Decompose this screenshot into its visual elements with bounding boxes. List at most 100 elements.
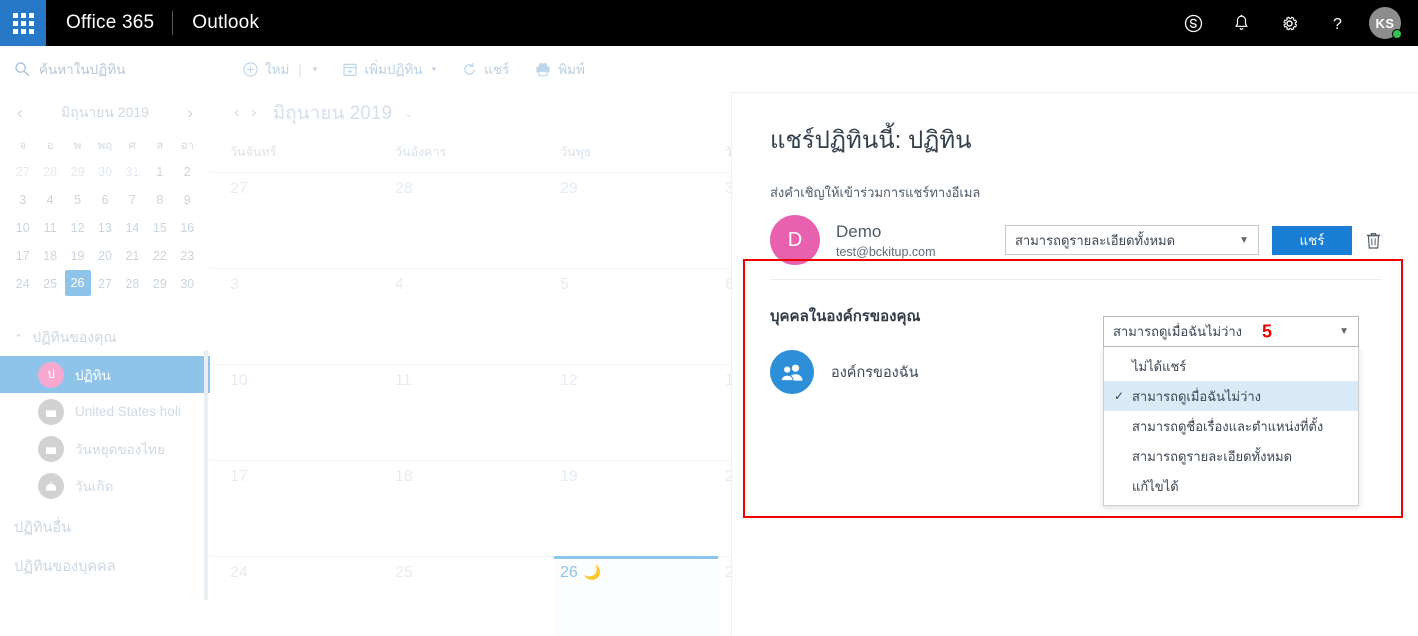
mini-calendar-day[interactable]: 20 xyxy=(91,242,118,270)
calendar-title[interactable]: มิถุนายน 2019 xyxy=(273,98,392,128)
trash-icon[interactable] xyxy=(1365,231,1382,250)
mini-calendar-day[interactable]: 14 xyxy=(119,214,146,242)
mini-calendar-day[interactable]: 29 xyxy=(146,270,173,298)
print-button[interactable]: พิมพ์ xyxy=(522,46,598,92)
app-launcher-grid-icon[interactable] xyxy=(0,0,46,46)
permission-option[interactable]: ✓ สามารถดูเมื่อฉันไม่ว่าง xyxy=(1104,381,1358,411)
calendar-day-cell[interactable]: 5 xyxy=(554,269,719,364)
calendar-day-cell[interactable]: 25 xyxy=(389,557,554,636)
calendar-day-cell[interactable]: 12 xyxy=(554,365,719,460)
mini-calendar-day[interactable]: 30 xyxy=(174,270,201,298)
mini-calendar-next-icon[interactable]: › xyxy=(184,103,196,123)
chevron-down-icon[interactable]: ▼ xyxy=(1239,235,1249,246)
skype-icon[interactable] xyxy=(1170,0,1216,46)
sidebar-item-other-calendars[interactable]: ปฏิทินอื่น xyxy=(0,504,210,543)
mini-calendar-day[interactable]: 6 xyxy=(91,186,118,214)
help-icon[interactable]: ? xyxy=(1314,0,1360,46)
mini-calendar-day[interactable]: 27 xyxy=(91,270,118,298)
app-name-label[interactable]: Outlook xyxy=(173,12,259,34)
calendar-day-cell[interactable]: 27 xyxy=(224,173,389,268)
calendar-item-label: ปฏิทิน xyxy=(75,367,111,383)
calendar-week-row: 27282930 xyxy=(210,172,740,268)
calendar-day-today[interactable]: 26 🌙 xyxy=(554,556,719,636)
mini-calendar-day[interactable]: 19 xyxy=(64,242,91,270)
search-icon xyxy=(15,62,30,77)
notifications-bell-icon[interactable] xyxy=(1218,0,1264,46)
mini-calendar-day[interactable]: 12 xyxy=(64,214,91,242)
mini-calendar-prev-icon[interactable]: ‹ xyxy=(14,103,26,123)
mini-calendar-day[interactable]: 18 xyxy=(36,242,63,270)
sidebar-calendar-us-holidays[interactable]: United States holi xyxy=(0,393,210,430)
calendar-day-cell[interactable]: 28 xyxy=(389,173,554,268)
chevron-up-icon[interactable]: ⌃ xyxy=(14,332,23,345)
mini-calendar-day[interactable]: 11 xyxy=(36,214,63,242)
avatar[interactable]: KS xyxy=(1362,0,1408,46)
organization-permission-field[interactable]: สามารถดูเมื่อฉันไม่ว่าง 5 ▼ xyxy=(1103,316,1359,347)
calendar-group-label: ปฏิทินของคุณ xyxy=(32,329,117,345)
calendar-day-number: 19 xyxy=(560,468,578,485)
mini-calendar-day[interactable]: 5 xyxy=(64,186,91,214)
calendar-day-cell[interactable]: 18 xyxy=(389,461,554,556)
calendar-day-cell[interactable]: 29 xyxy=(554,173,719,268)
search-input[interactable]: ค้นหาในปฏิทิน xyxy=(0,46,210,92)
calendar-group-your-calendars[interactable]: ⌃ ปฏิทินของคุณ xyxy=(0,320,210,356)
sidebar-item-people-calendars[interactable]: ปฏิทินของบุคคล xyxy=(0,543,210,582)
calendar-day-cell[interactable]: 17 xyxy=(224,461,389,556)
calendar-day-cell[interactable]: 4 xyxy=(389,269,554,364)
mini-calendar-day[interactable]: 29 xyxy=(64,158,91,186)
sidebar-scrollbar[interactable] xyxy=(204,350,208,600)
mini-calendar-day[interactable]: 15 xyxy=(146,214,173,242)
calendar-day-cell[interactable]: 24 xyxy=(224,557,389,636)
page-title: แชร์ปฏิทินนี้: ปฏิทิน xyxy=(770,127,972,154)
person-permission-dropdown[interactable]: สามารถดูรายละเอียดทั้งหมด ▼ xyxy=(1005,225,1259,255)
calendar-prev-icon[interactable]: ‹ xyxy=(234,104,239,122)
permission-option[interactable]: แก้ไขได้ xyxy=(1104,471,1358,501)
calendar-next-icon[interactable]: › xyxy=(251,104,256,122)
share-command-button[interactable]: แชร์ xyxy=(449,46,522,92)
mini-calendar-day[interactable]: 9 xyxy=(174,186,201,214)
chevron-down-icon[interactable]: ▾ xyxy=(432,64,437,75)
mini-calendar-day[interactable]: 3 xyxy=(9,186,36,214)
mini-calendar-day[interactable]: 4 xyxy=(36,186,63,214)
mini-calendar-today[interactable]: 26 xyxy=(64,270,91,296)
mini-calendar-day[interactable]: 1 xyxy=(146,158,173,186)
settings-gear-icon[interactable] xyxy=(1266,0,1312,46)
mini-calendar-day[interactable]: 17 xyxy=(9,242,36,270)
mini-calendar-day[interactable]: 21 xyxy=(119,242,146,270)
calendar-day-cell[interactable]: 3 xyxy=(224,269,389,364)
sidebar-calendar-thai-holidays[interactable]: วันหยุดของไทย xyxy=(0,430,210,467)
chevron-down-icon[interactable]: ▾ xyxy=(313,64,318,75)
mini-calendar-day[interactable]: 31 xyxy=(119,158,146,186)
share-invite-button[interactable]: แชร์ xyxy=(1272,225,1352,255)
mini-calendar-day[interactable]: 8 xyxy=(146,186,173,214)
mini-calendar-day[interactable]: 25 xyxy=(36,270,63,298)
calendar-day-cell[interactable]: 11 xyxy=(389,365,554,460)
permission-option[interactable]: ไม่ได้แชร์ xyxy=(1104,351,1358,381)
mini-calendar-day[interactable]: 28 xyxy=(36,158,63,186)
calendar-day-cell[interactable]: 10 xyxy=(224,365,389,460)
mini-calendar-day[interactable]: 30 xyxy=(91,158,118,186)
mini-calendar-day[interactable]: 22 xyxy=(146,242,173,270)
chevron-down-icon[interactable]: ▼ xyxy=(1339,326,1349,337)
add-calendar-button[interactable]: เพิ่มปฏิทิน ▾ xyxy=(330,46,449,92)
calendar-day-cell[interactable]: 19 xyxy=(554,461,719,556)
sidebar-calendar-my[interactable]: ป ปฏิทิน xyxy=(0,356,210,393)
sidebar-calendar-birthdays[interactable]: วันเกิด xyxy=(0,467,210,504)
mini-calendar-day[interactable]: 24 xyxy=(9,270,36,298)
mini-calendar-day[interactable]: 13 xyxy=(91,214,118,242)
mini-calendar-day[interactable]: 7 xyxy=(119,186,146,214)
mini-calendar-title[interactable]: มิถุนายน 2019 xyxy=(61,102,149,124)
mini-calendar-day[interactable]: 16 xyxy=(174,214,201,242)
new-button[interactable]: ใหม่ | ▾ xyxy=(230,46,330,92)
mini-calendar-day[interactable]: 23 xyxy=(174,242,201,270)
permission-option[interactable]: สามารถดูรายละเอียดทั้งหมด xyxy=(1104,441,1358,471)
chevron-down-icon[interactable]: ⌄ xyxy=(404,107,413,120)
mini-calendar-day[interactable]: 27 xyxy=(9,158,36,186)
permission-options-menu: ไม่ได้แชร์ ✓ สามารถดูเมื่อฉันไม่ว่าง สามารถ… xyxy=(1103,347,1359,506)
mini-calendar-day[interactable]: 10 xyxy=(9,214,36,242)
person-meta: Demo test@bckitup.com xyxy=(836,222,936,259)
brand-label[interactable]: Office 365 xyxy=(46,12,172,34)
mini-calendar-day[interactable]: 2 xyxy=(174,158,201,186)
mini-calendar-day[interactable]: 28 xyxy=(119,270,146,298)
permission-option[interactable]: สามารถดูชื่อเรื่องและตำแหน่งที่ตั้ง xyxy=(1104,411,1358,441)
